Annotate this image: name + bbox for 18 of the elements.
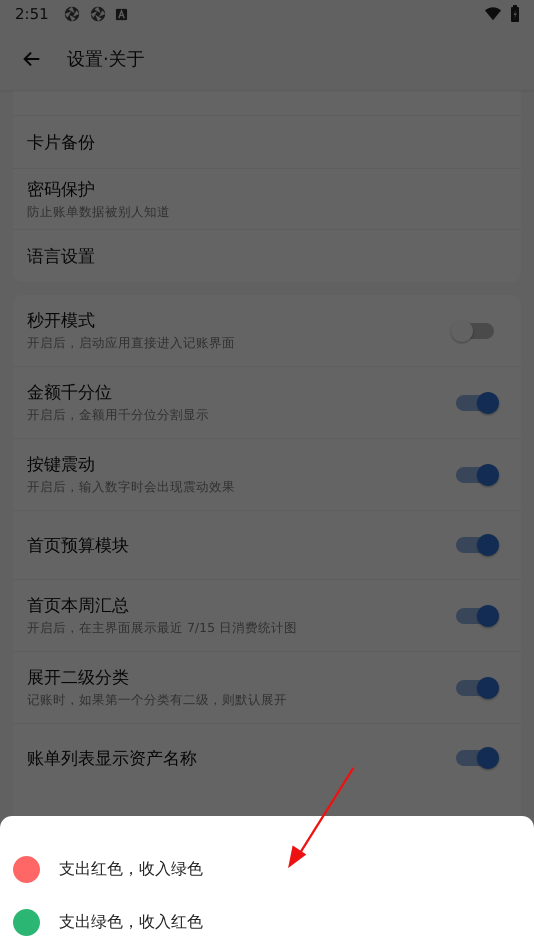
setting-title: 首页预算模块 [27, 534, 130, 556]
color-option[interactable]: 支出红色，收入绿色 [0, 843, 534, 896]
setting-title: 按键震动 [27, 454, 96, 476]
setting-title: 密码保护 [27, 178, 96, 200]
settings-row[interactable]: 账单列表显示资产名称 [13, 723, 521, 792]
setting-title: 金额千分位 [27, 382, 113, 404]
setting-title: 卡片备份 [27, 132, 96, 154]
setting-title: 首页本周汇总 [27, 595, 130, 617]
setting-title: 秒开模式 [27, 310, 96, 332]
settings-row[interactable]: 首页预算模块 [13, 510, 521, 579]
setting-title: 账单列表显示资产名称 [27, 748, 198, 770]
setting-title: 展开二级分类 [27, 667, 130, 689]
settings-row[interactable]: 卡片备份 [13, 115, 521, 168]
color-option[interactable]: 支出绿色，收入红色 [0, 896, 534, 949]
setting-title: 语言设置 [27, 246, 96, 268]
status-time: 2:51 [15, 5, 49, 23]
settings-row[interactable]: 语言设置 [13, 229, 521, 282]
page-title: 设置·关于 [67, 48, 145, 71]
